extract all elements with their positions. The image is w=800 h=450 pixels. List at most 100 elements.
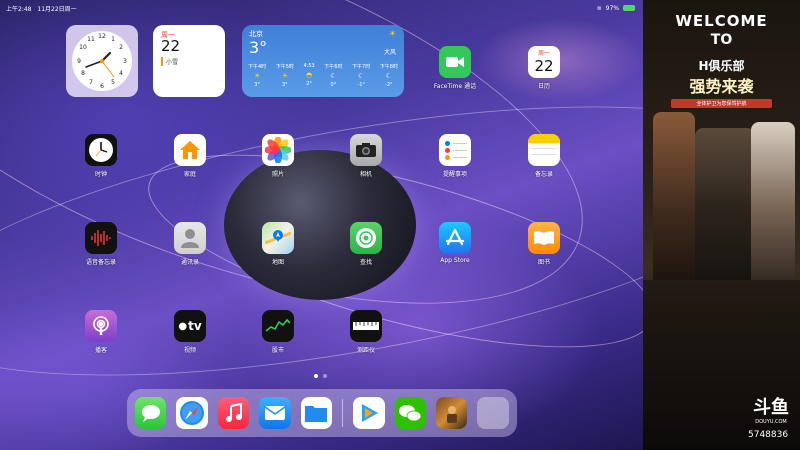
sunset-icon: ◓ (306, 71, 313, 79)
home-icon (174, 134, 206, 166)
app-reminders[interactable]: 提醒事项 (425, 134, 485, 178)
messages-icon[interactable] (135, 397, 167, 429)
app-label: 查找 (359, 259, 372, 266)
ipad-home-screen: 上午2:48 11月22日周一 ≋ 97% 12 1 2 345 678 9 10 11… (0, 0, 643, 450)
app-label: 家庭 (183, 171, 196, 178)
character-illustration (695, 128, 755, 288)
tencent-video-icon[interactable] (353, 397, 385, 429)
app-notes[interactable]: 备忘录 (514, 134, 574, 178)
app-appstore[interactable]: App Store (425, 222, 485, 264)
appstore-icon (439, 222, 471, 254)
svg-text:11: 11 (87, 36, 95, 43)
measure-icon (350, 310, 382, 342)
app-photos[interactable]: 照片 (248, 134, 308, 178)
douyu-logo-domain: DOUYU.COM (755, 419, 787, 425)
app-stocks[interactable]: 股市 (248, 310, 308, 354)
weather-hour: 4:53 ◓ 2° (304, 63, 315, 88)
app-voice-memos[interactable]: 语音备忘录 (71, 222, 131, 266)
svg-text:2: 2 (119, 44, 123, 51)
page-indicator[interactable] (314, 374, 327, 378)
hour-temp: -1° (357, 82, 365, 88)
app-podcasts[interactable]: 播客 (71, 310, 131, 354)
hour-time: 下午8时 (379, 64, 398, 70)
clock-icon (85, 134, 117, 166)
app-facetime[interactable]: FaceTime 通话 (425, 46, 485, 90)
tv-icon: ● tv (174, 310, 206, 342)
svg-text:9: 9 (77, 58, 81, 65)
app-label: 相机 (359, 171, 372, 178)
sun-icon: ☀ (388, 29, 396, 38)
status-bar: 上午2:48 11月22日周一 ≋ 97% (6, 2, 635, 14)
calendar-widget-event: 小雪 (161, 57, 178, 66)
podcasts-icon (85, 310, 117, 342)
stocks-icon (262, 310, 294, 342)
app-measure[interactable]: 测距仪 (336, 310, 396, 354)
findmy-icon (350, 222, 382, 254)
status-time: 上午2:48 (6, 5, 32, 13)
app-label: 照片 (271, 171, 284, 178)
hour-temp: 3° (282, 82, 288, 88)
music-icon[interactable] (217, 397, 250, 429)
app-label: 时钟 (94, 171, 107, 178)
app-contacts[interactable]: 通讯录 (160, 222, 220, 266)
app-findmy[interactable]: 查找 (336, 222, 396, 266)
hour-temp: 0° (330, 82, 337, 88)
app-home[interactable]: 家庭 (160, 134, 220, 178)
books-icon (528, 222, 560, 254)
dock (127, 389, 517, 437)
sun-icon: ☀ (253, 72, 261, 80)
weather-widget[interactable]: 北京 3° ☀ 大风 下午4时 ☀ 3° 下午5时 ☀ 3° 4:53 ◓ 2° 下午6时 ☾… (242, 25, 404, 97)
wechat-icon[interactable] (394, 397, 426, 429)
weather-hour: 下午4时 ☀ 3° (248, 63, 266, 88)
app-label: 通讯录 (180, 259, 199, 266)
mail-icon[interactable] (259, 397, 291, 429)
wifi-icon: ≋ (596, 4, 602, 12)
apple-logo-icon: ● (178, 320, 188, 332)
app-clock[interactable]: 时钟 (71, 134, 131, 178)
hour-time: 4:53 (303, 63, 315, 69)
battery-icon (623, 5, 635, 11)
app-maps[interactable]: 地图 (248, 222, 308, 266)
hour-time: 下午7时 (352, 64, 371, 70)
weather-hour: 下午6时 ☾ 0° (324, 63, 342, 88)
app-label: FaceTime 通话 (433, 83, 477, 90)
app-camera[interactable]: 相机 (336, 134, 396, 178)
analog-clock-icon: 12 12 345 678 9 1011 (72, 31, 132, 91)
battery-percent: 97% (605, 4, 619, 12)
svg-text:1: 1 (111, 36, 115, 43)
calendar-widget[interactable]: 周一 22 小雪 (153, 25, 225, 97)
room-id: 5748836 (748, 430, 789, 440)
svg-text:6: 6 (100, 83, 104, 90)
weather-hour: 下午8时 ☾ -2° (380, 63, 398, 88)
weather-condition: 大风 (383, 49, 396, 56)
moon-icon: ☾ (385, 72, 393, 80)
character-illustration (653, 112, 695, 282)
moon-icon: ☾ (330, 72, 337, 80)
svg-text:5: 5 (111, 79, 115, 86)
clock-widget[interactable]: 12 1 2 345 678 9 10 11 (66, 25, 138, 97)
app-calendar[interactable]: 周一 22 日历 (514, 46, 574, 90)
sidebar-to: TO (710, 32, 733, 48)
svg-text:8: 8 (81, 70, 85, 77)
hour-time: 下午6时 (324, 64, 343, 70)
app-library-icon[interactable] (477, 397, 509, 429)
weather-hour: 下午5时 ☀ 3° (276, 63, 294, 88)
game-icon[interactable] (435, 397, 468, 429)
app-tv[interactable]: ● tv 视频 (160, 310, 220, 354)
voice-memos-icon (85, 222, 117, 254)
app-label: 视频 (183, 347, 196, 354)
safari-icon[interactable] (176, 397, 208, 429)
app-books[interactable]: 图书 (514, 222, 574, 266)
sidebar-welcome: WELCOME (675, 12, 768, 30)
svg-text:12: 12 (98, 33, 106, 40)
calendar-icon: 周一 22 (528, 46, 560, 78)
calendar-widget-day: 22 (161, 37, 181, 55)
douyu-logo: 斗鱼 DOUYU.COM (745, 393, 797, 425)
app-label: 备忘录 (534, 171, 553, 178)
app-label: 股市 (271, 347, 284, 354)
app-label: 日历 (537, 83, 550, 90)
notes-icon (528, 134, 560, 166)
svg-text:3: 3 (123, 58, 127, 65)
files-icon[interactable] (300, 397, 333, 429)
calendar-icon-day: 22 (534, 57, 554, 75)
